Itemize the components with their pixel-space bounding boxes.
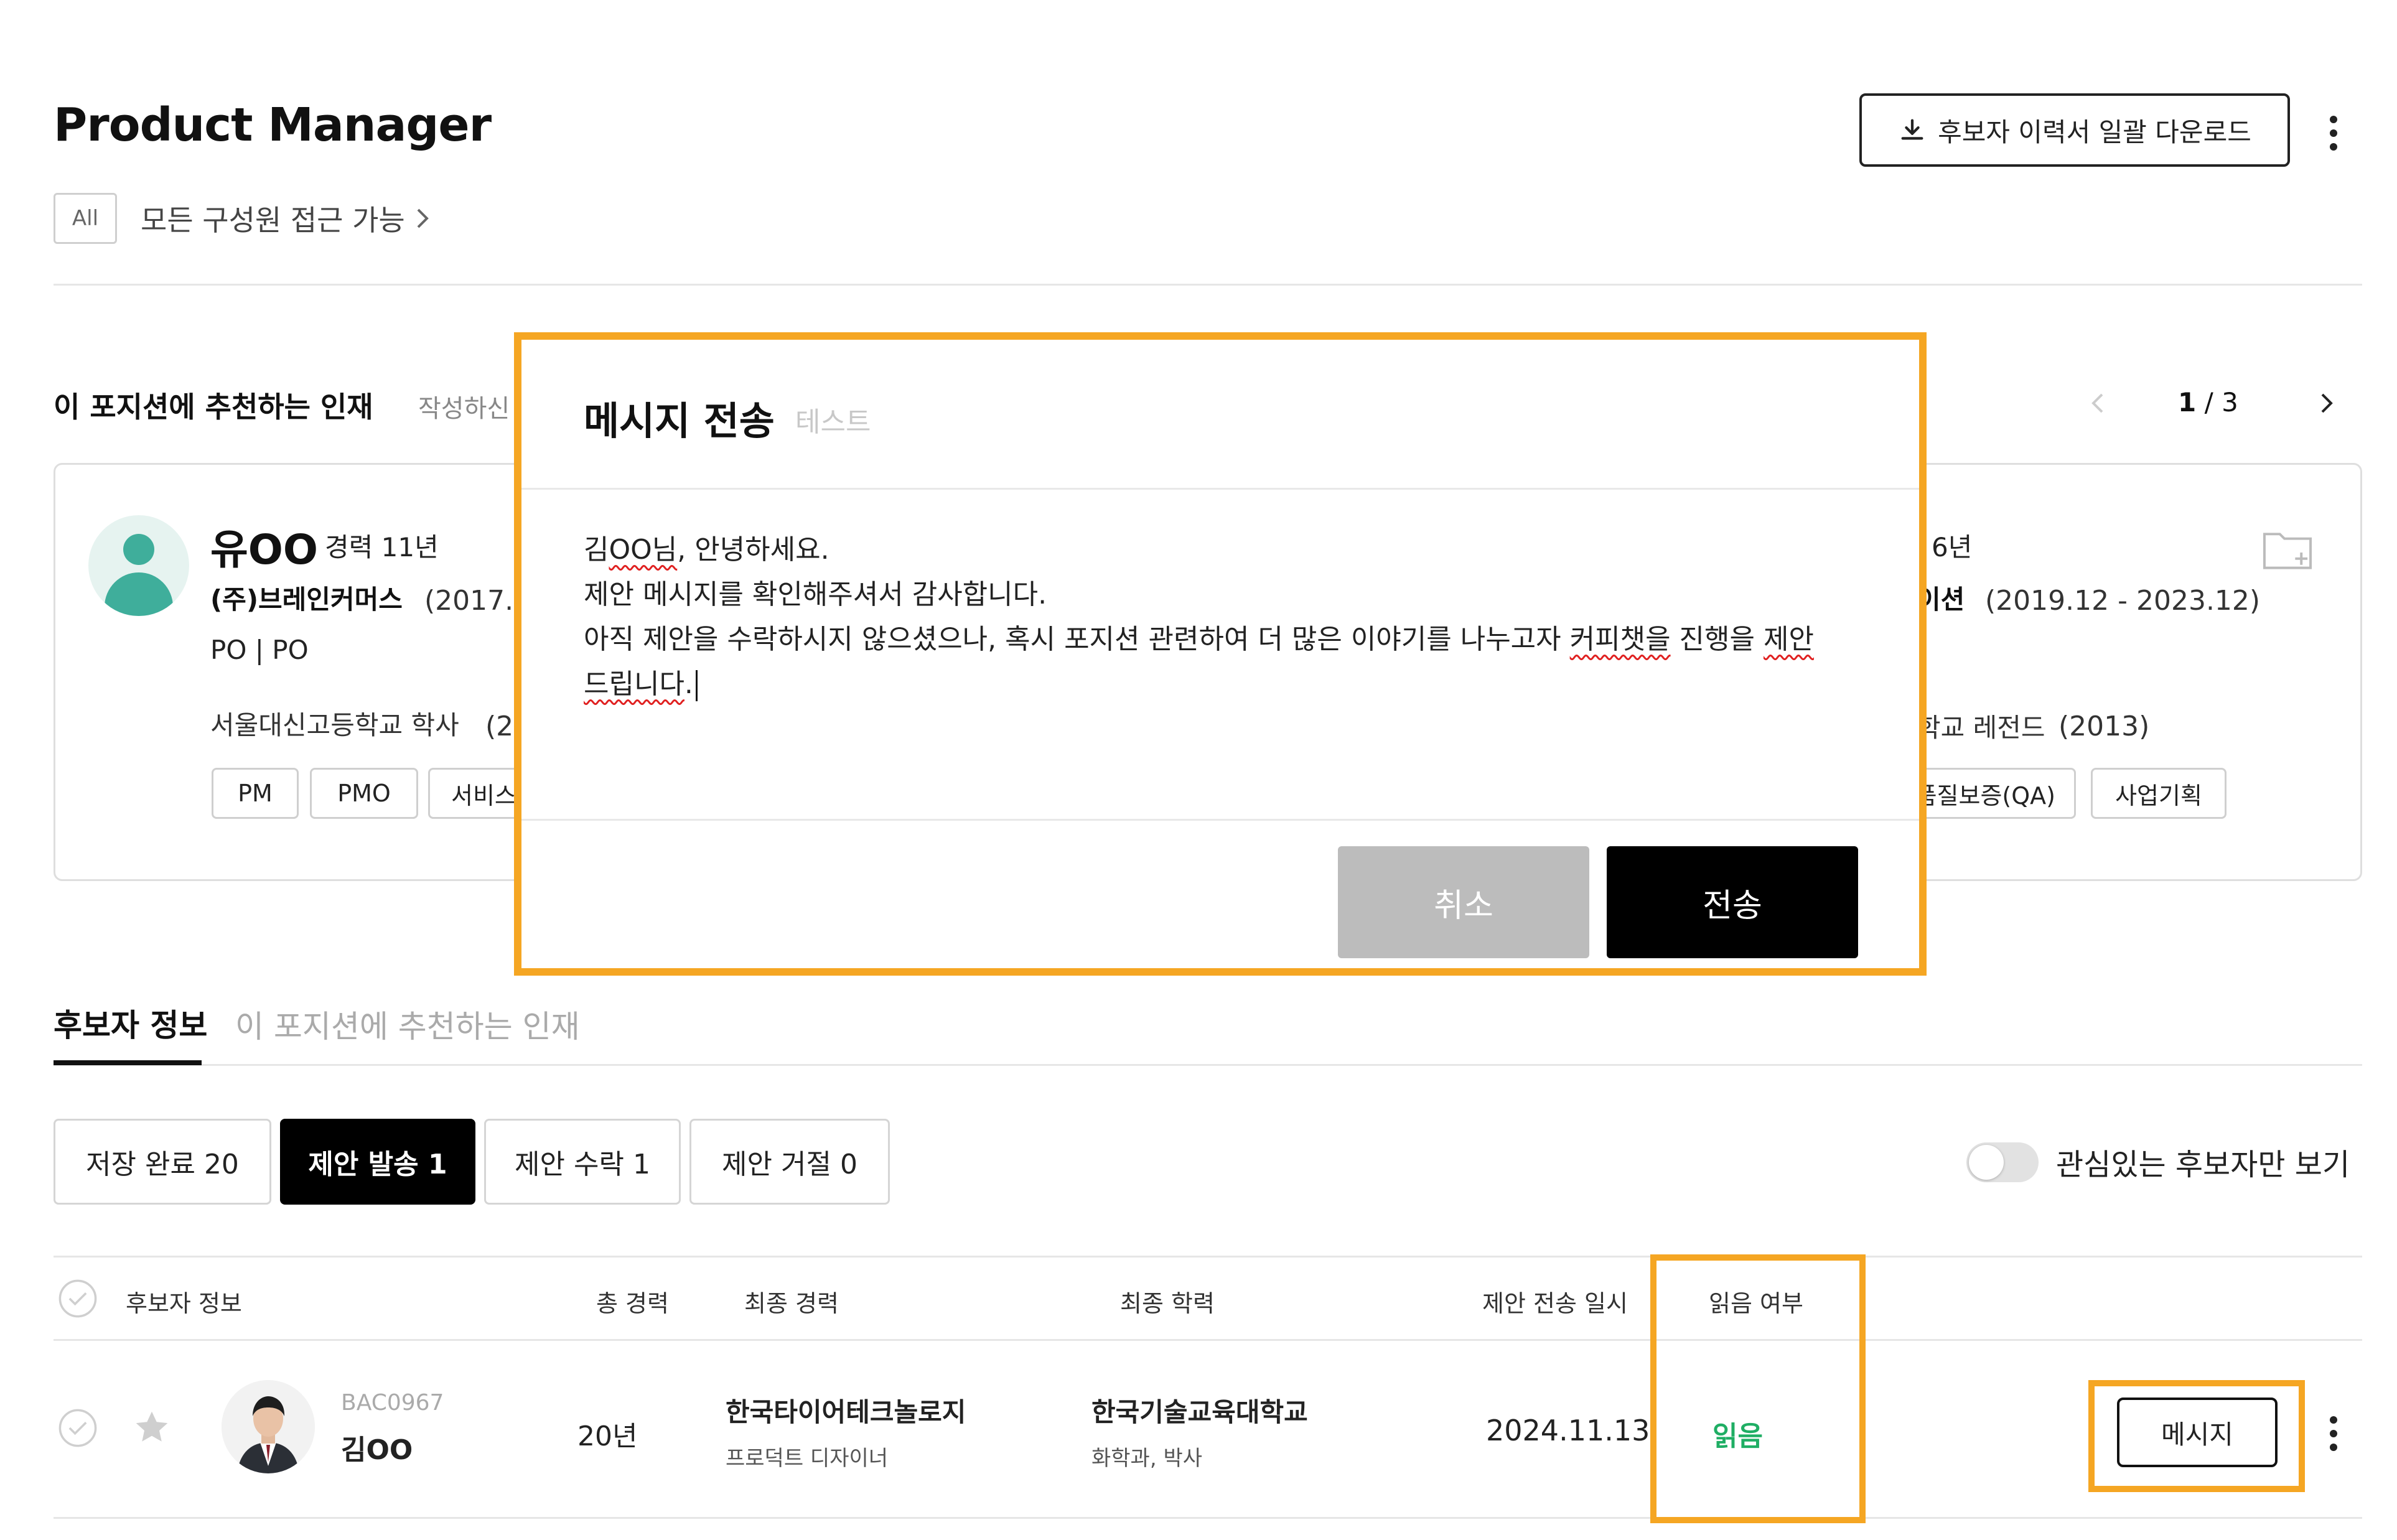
filter-sent[interactable]: 제안 발송 1: [280, 1119, 475, 1205]
table-row-divider: [54, 1517, 2362, 1519]
candidate-total-experience: 20년: [577, 1421, 638, 1452]
row-checkbox[interactable]: [57, 1407, 98, 1449]
star-icon[interactable]: [132, 1407, 172, 1447]
access-link-label: 모든 구성원 접근 가능: [141, 203, 405, 237]
message-line: 드립니다.: [584, 662, 1853, 707]
text-caret: [695, 670, 698, 701]
read-status: 읽음: [1712, 1421, 1763, 1452]
filter-rejected[interactable]: 제안 거절 0: [689, 1119, 890, 1205]
pager-total: / 3: [2204, 387, 2238, 418]
column-header-read: 읽음 여부: [1709, 1290, 1803, 1317]
skill-tag: 사업기획: [2091, 768, 2226, 819]
candidate-last-company: 한국타이어테크놀로지: [726, 1397, 966, 1427]
message-line: 김OO님, 안녕하세요.: [584, 534, 829, 566]
column-header-sent-at: 제안 전송 일시: [1482, 1290, 1628, 1317]
filter-saved[interactable]: 저장 완료 20: [54, 1119, 271, 1205]
candidate-period: (2019.12 - 2023.12): [1985, 585, 2261, 617]
send-button[interactable]: 전송: [1607, 846, 1858, 958]
proposal-sent-date: 2024.11.13: [1486, 1414, 1650, 1447]
modal-divider: [521, 819, 1919, 821]
cancel-button[interactable]: 취소: [1338, 846, 1589, 958]
message-textarea[interactable]: 김OO님, 안녕하세요. 제안 메시지를 확인해주셔서 감사합니다. 아직 제안…: [584, 528, 1853, 707]
recommend-section-title: 이 포지션에 추천하는 인재: [54, 390, 373, 424]
interest-toggle[interactable]: [1966, 1142, 2039, 1182]
candidate-school-year: (2013): [2058, 711, 2150, 742]
candidate-school: 서울대신고등학교 학사: [210, 710, 459, 740]
candidate-name: 유OO: [210, 526, 318, 574]
column-header-last-edu: 최종 학력: [1120, 1290, 1215, 1317]
header-divider: [54, 284, 2362, 286]
folder-add-icon[interactable]: [2261, 528, 2314, 571]
access-badge: All: [54, 193, 117, 244]
filter-accepted[interactable]: 제안 수락 1: [484, 1119, 681, 1205]
modal-subtitle: 테스트: [795, 406, 871, 438]
table-header-divider: [54, 1339, 2362, 1341]
row-more-options-icon[interactable]: [2327, 1416, 2340, 1451]
candidate-name[interactable]: 김OO: [341, 1427, 413, 1467]
candidate-last-school: 한국기술교육대학교: [1091, 1397, 1308, 1427]
skill-tag: PM: [212, 768, 299, 819]
avatar-icon: [88, 515, 189, 616]
candidate-last-job: 프로덕트 디자이너: [726, 1446, 889, 1471]
candidate-company: (주)브레인커머스: [210, 584, 403, 615]
chevron-left-icon[interactable]: [2088, 391, 2108, 416]
column-header-total: 총 경력: [596, 1290, 669, 1317]
pager-indicator: 1 / 3: [2178, 387, 2238, 418]
candidate-experience: 경력 11년: [325, 532, 439, 562]
interest-toggle-label: 관심있는 후보자만 보기: [2056, 1147, 2350, 1182]
candidate-role: PO | PO: [210, 635, 309, 665]
pager-current: 1: [2178, 387, 2197, 418]
message-button[interactable]: 메시지: [2117, 1398, 2278, 1467]
page-title: Product Manager: [54, 98, 492, 152]
tab-candidate-info[interactable]: 후보자 정보: [54, 1001, 207, 1045]
chevron-right-icon[interactable]: [2316, 391, 2336, 416]
download-resumes-button[interactable]: 후보자 이력서 일괄 다운로드: [1859, 93, 2290, 167]
candidate-school-year: (2: [485, 711, 514, 742]
tab-recommended[interactable]: 이 포지션에 추천하는 인재: [235, 1002, 580, 1047]
message-line: 제안 메시지를 확인해주셔서 감사합니다.: [584, 579, 1047, 610]
modal-divider: [521, 488, 1919, 490]
skill-tag: PMO: [310, 768, 418, 819]
download-icon: [1901, 119, 1923, 140]
modal-title: 메시지 전송: [584, 398, 775, 444]
recommend-section-subtitle: 작성하신: [418, 394, 510, 423]
candidate-major: 화학과, 박사: [1091, 1446, 1203, 1471]
candidate-code: BAC0967: [341, 1390, 444, 1416]
tabs-divider: [54, 1064, 2362, 1066]
chevron-right-icon: [417, 208, 429, 228]
candidate-school: 학교 레전드: [1917, 712, 2045, 743]
candidate-experience: 6년: [1932, 532, 1973, 562]
table-top-divider: [54, 1256, 2362, 1258]
download-resumes-label: 후보자 이력서 일괄 다운로드: [1938, 116, 2251, 147]
message-line: 아직 제안을 수락하시지 않으셨으나, 혹시 포지션 관련하여 더 많은 이야기…: [584, 623, 1814, 655]
access-link[interactable]: 모든 구성원 접근 가능: [141, 198, 430, 239]
column-header-last-career: 최종 경력: [744, 1290, 839, 1317]
candidate-photo: [222, 1380, 315, 1473]
message-modal: 메시지 전송 테스트 김OO님, 안녕하세요. 제안 메시지를 확인해주셔서 감…: [514, 332, 1927, 976]
select-all-checkbox[interactable]: [57, 1278, 98, 1319]
column-header-info: 후보자 정보: [126, 1290, 242, 1317]
active-tab-indicator: [54, 1060, 202, 1065]
more-options-icon[interactable]: [2327, 116, 2340, 151]
